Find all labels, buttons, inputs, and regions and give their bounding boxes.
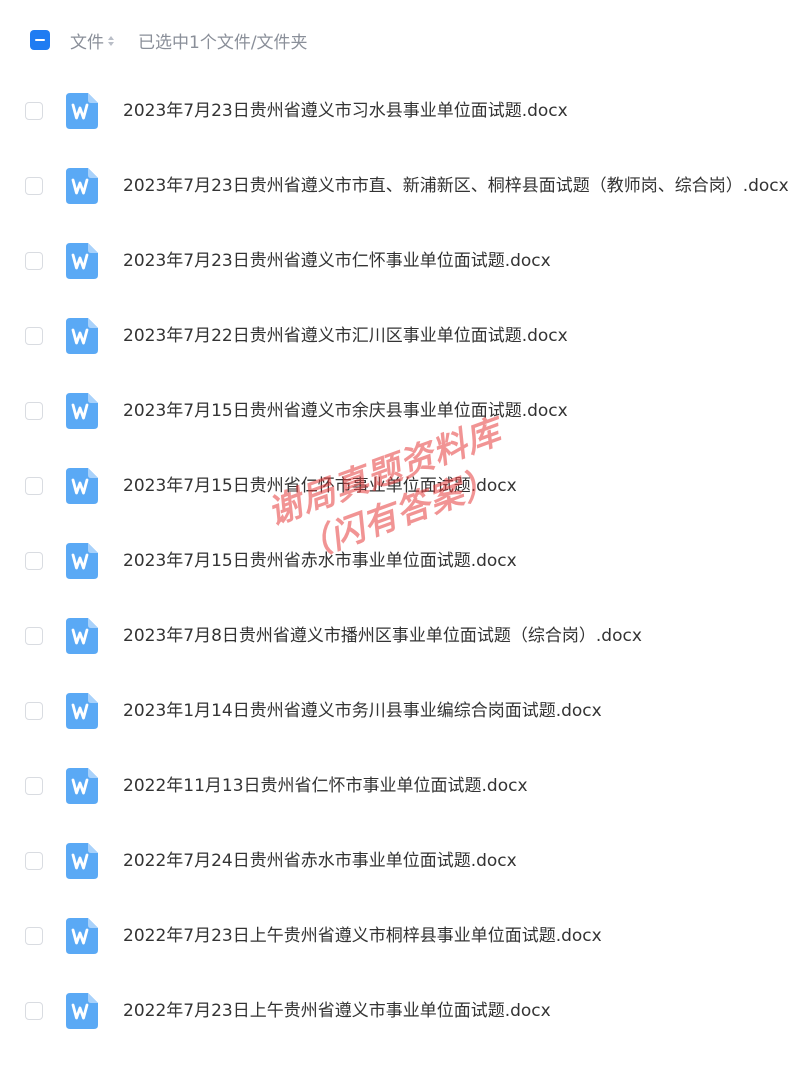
row-checkbox[interactable] <box>25 477 43 495</box>
file-row[interactable]: 2023年7月15日贵州省遵义市余庆县事业单位面试题.docx <box>0 375 800 450</box>
file-name[interactable]: 2023年7月15日贵州省赤水市事业单位面试题.docx <box>123 549 517 573</box>
selection-status: 已选中1个文件/文件夹 <box>138 33 308 53</box>
word-doc-icon <box>66 843 98 879</box>
file-row[interactable]: 2023年7月22日贵州省遵义市汇川区事业单位面试题.docx <box>0 300 800 375</box>
select-all-checkbox[interactable] <box>30 30 50 50</box>
row-checkbox[interactable] <box>25 627 43 645</box>
word-doc-icon <box>66 468 98 504</box>
file-row[interactable]: 2023年7月23日贵州省遵义市市直、新浦新区、桐梓县面试题（教师岗、综合岗）.… <box>0 150 800 225</box>
file-row[interactable]: 2022年7月24日贵州省赤水市事业单位面试题.docx <box>0 825 800 900</box>
file-row[interactable]: 2023年7月8日贵州省遵义市播州区事业单位面试题（综合岗）.docx <box>0 600 800 675</box>
file-column-label: 文件 <box>70 33 104 53</box>
file-name[interactable]: 2022年7月23日上午贵州省遵义市桐梓县事业单位面试题.docx <box>123 924 602 948</box>
word-doc-icon <box>66 168 98 204</box>
sort-icon <box>108 35 114 46</box>
row-checkbox[interactable] <box>25 402 43 420</box>
file-name[interactable]: 2023年7月23日贵州省遵义市仁怀事业单位面试题.docx <box>123 249 551 273</box>
row-checkbox[interactable] <box>25 102 43 120</box>
file-name[interactable]: 2023年7月15日贵州省遵义市余庆县事业单位面试题.docx <box>123 399 568 423</box>
word-doc-icon <box>66 93 98 129</box>
file-name[interactable]: 2023年7月15日贵州省仁怀市事业单位面试题.docx <box>123 474 517 498</box>
word-doc-icon <box>66 768 98 804</box>
row-checkbox[interactable] <box>25 327 43 345</box>
file-name[interactable]: 2022年7月23日上午贵州省遵义市事业单位面试题.docx <box>123 999 551 1023</box>
file-row[interactable]: 2023年7月15日贵州省赤水市事业单位面试题.docx <box>0 525 800 600</box>
row-checkbox[interactable] <box>25 702 43 720</box>
word-doc-icon <box>66 918 98 954</box>
row-checkbox[interactable] <box>25 552 43 570</box>
file-row[interactable]: 2022年7月23日上午贵州省遵义市桐梓县事业单位面试题.docx <box>0 900 800 975</box>
file-name[interactable]: 2023年1月14日贵州省遵义市务川县事业编综合岗面试题.docx <box>123 699 602 723</box>
row-checkbox[interactable] <box>25 852 43 870</box>
row-checkbox[interactable] <box>25 252 43 270</box>
row-checkbox[interactable] <box>25 777 43 795</box>
file-list-header: 文件 已选中1个文件/文件夹 <box>0 22 800 58</box>
row-checkbox[interactable] <box>25 1002 43 1020</box>
row-checkbox[interactable] <box>25 177 43 195</box>
file-list: 2023年7月23日贵州省遵义市习水县事业单位面试题.docx 2023年7月2… <box>0 75 800 1050</box>
file-column-sort[interactable]: 文件 <box>70 28 114 53</box>
word-doc-icon <box>66 693 98 729</box>
file-row[interactable]: 2023年7月15日贵州省仁怀市事业单位面试题.docx <box>0 450 800 525</box>
file-name[interactable]: 2022年11月13日贵州省仁怀市事业单位面试题.docx <box>123 774 528 798</box>
file-row[interactable]: 2023年7月23日贵州省遵义市习水县事业单位面试题.docx <box>0 75 800 150</box>
file-name[interactable]: 2022年7月24日贵州省赤水市事业单位面试题.docx <box>123 849 517 873</box>
file-row[interactable]: 2023年7月23日贵州省遵义市仁怀事业单位面试题.docx <box>0 225 800 300</box>
minus-icon <box>35 39 45 41</box>
row-checkbox[interactable] <box>25 927 43 945</box>
word-doc-icon <box>66 618 98 654</box>
word-doc-icon <box>66 243 98 279</box>
word-doc-icon <box>66 393 98 429</box>
word-doc-icon <box>66 543 98 579</box>
file-name[interactable]: 2023年7月23日贵州省遵义市习水县事业单位面试题.docx <box>123 99 568 123</box>
file-name[interactable]: 2023年7月8日贵州省遵义市播州区事业单位面试题（综合岗）.docx <box>123 624 642 648</box>
word-doc-icon <box>66 993 98 1029</box>
file-name[interactable]: 2023年7月22日贵州省遵义市汇川区事业单位面试题.docx <box>123 324 568 348</box>
file-row[interactable]: 2022年7月23日上午贵州省遵义市事业单位面试题.docx <box>0 975 800 1050</box>
file-row[interactable]: 2022年11月13日贵州省仁怀市事业单位面试题.docx <box>0 750 800 825</box>
file-name[interactable]: 2023年7月23日贵州省遵义市市直、新浦新区、桐梓县面试题（教师岗、综合岗）.… <box>123 174 789 198</box>
word-doc-icon <box>66 318 98 354</box>
file-row[interactable]: 2023年1月14日贵州省遵义市务川县事业编综合岗面试题.docx <box>0 675 800 750</box>
